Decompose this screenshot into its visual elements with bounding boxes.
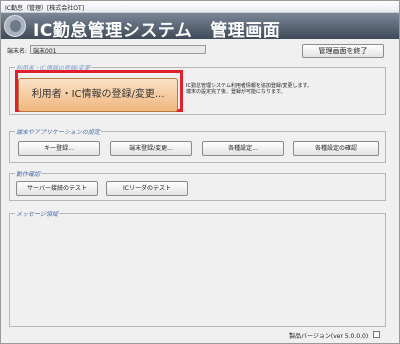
- description-line-2: 端末の設定完了後、登録が可能になります。: [186, 89, 286, 95]
- device-name-field: 端末001: [30, 45, 206, 55]
- banner-title-system: IC勤怠管理システム: [33, 21, 193, 41]
- status-indicator-box: [373, 331, 380, 338]
- device-name-label: 端末名:: [7, 48, 28, 55]
- settings-confirm-button[interactable]: 各種設定の確認: [293, 141, 379, 156]
- operation-check-group: 動作確認 サーバー接続のテスト ICリーダのテスト: [9, 169, 386, 201]
- user-ic-registration-button[interactable]: 利用者・IC情報の登録/変更...: [18, 78, 178, 112]
- key-registration-button[interactable]: キー登録...: [18, 141, 100, 156]
- app-window: IC勤怠（管理）[株式会社OT] IC勤怠管理システム 管理画面 端末名: 端末0…: [0, 0, 400, 344]
- device-name-row: 端末名: 端末001: [7, 45, 307, 55]
- message-area-label: メッセージ領域: [15, 209, 59, 218]
- window-title: IC勤怠（管理）[株式会社OT]: [5, 5, 85, 12]
- app-banner: IC勤怠管理システム 管理画面: [1, 13, 399, 41]
- exit-admin-button[interactable]: 管理画面を終了: [302, 44, 384, 58]
- user-registration-description: IC勤怠管理システム利用者情報を追加登録/変更します。 端末の設定完了後、登録が…: [186, 83, 312, 95]
- operation-check-group-label: 動作確認: [15, 169, 42, 178]
- banner-title: IC勤怠管理システム 管理画面: [33, 16, 280, 41]
- user-registration-group: 利用者・IC情報の登録/変更 利用者・IC情報の登録/変更... IC勤怠管理シ…: [9, 63, 386, 115]
- server-connection-test-button[interactable]: サーバー接続のテスト: [16, 181, 98, 196]
- terminal-settings-group: 端末やアプリケーションの設定 キー登録... 端末登録/変更... 各種設定..…: [9, 127, 386, 163]
- various-settings-button[interactable]: 各種設定...: [202, 141, 284, 156]
- message-area: メッセージ領域: [9, 209, 386, 327]
- terminal-registration-button[interactable]: 端末登録/変更...: [110, 141, 192, 156]
- ic-reader-test-button[interactable]: ICリーダのテスト: [106, 181, 188, 196]
- product-version: 製品バージョン(ver 5.0.0.0): [289, 333, 369, 340]
- terminal-settings-group-label: 端末やアプリケーションの設定: [15, 127, 101, 136]
- window-titlebar: IC勤怠（管理）[株式会社OT]: [1, 1, 399, 13]
- app-logo-icon: [4, 15, 26, 37]
- banner-title-screen: 管理画面: [210, 21, 281, 41]
